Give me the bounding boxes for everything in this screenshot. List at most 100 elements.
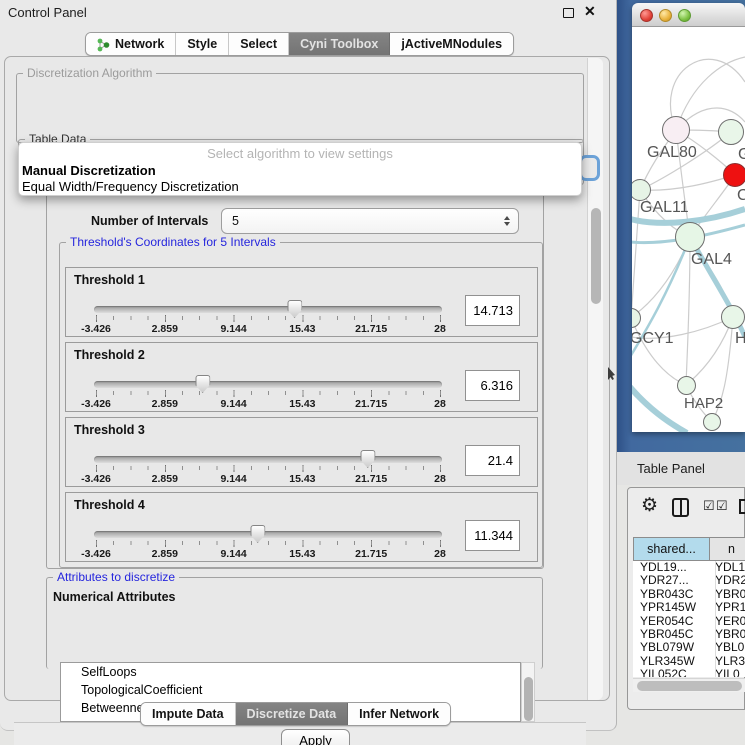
column-header-name[interactable]: n bbox=[710, 537, 745, 561]
column-divider bbox=[715, 561, 716, 677]
network-node-top-right[interactable] bbox=[718, 119, 744, 145]
tab-discretize-data[interactable]: Discretize Data bbox=[236, 703, 349, 725]
threshold-3-label: Threshold 3 bbox=[74, 423, 145, 437]
network-node-hap2[interactable] bbox=[677, 376, 696, 395]
tick-label: 21.715 bbox=[355, 473, 387, 485]
table-horizontal-scrollbar-thumb[interactable] bbox=[637, 681, 742, 691]
cell-shared-name: YDR27... bbox=[633, 574, 710, 587]
tab-style[interactable]: Style bbox=[176, 33, 229, 55]
tab-jactivemnodules[interactable]: jActiveMNodules bbox=[390, 33, 513, 55]
tab-network-label: Network bbox=[115, 33, 164, 55]
threshold-4-panel: Threshold 4 -3.426 2.859 9.144 15.43 bbox=[65, 492, 538, 562]
network-node-bottom[interactable] bbox=[703, 413, 721, 431]
column-layout-icon[interactable] bbox=[672, 498, 689, 517]
threshold-2-value-field[interactable]: 6.316 bbox=[465, 370, 520, 401]
table-row[interactable]: YLR345WYLR3 bbox=[633, 655, 745, 668]
table-panel-window: ⚙ ☑ ☑ shared... n YDL19...YDL1 YDR27...Y… bbox=[627, 487, 745, 710]
table-panel-footer bbox=[617, 710, 745, 745]
dropdown-option-manual-discretization[interactable]: Manual Discretization bbox=[22, 163, 156, 178]
table-row[interactable]: YIL052CYIL0 bbox=[633, 668, 745, 677]
tick-label: -3.426 bbox=[81, 473, 111, 485]
close-traffic-light-icon[interactable] bbox=[640, 9, 653, 22]
minimize-traffic-light-icon[interactable] bbox=[659, 9, 672, 22]
cell-shared-name: YBR045C bbox=[633, 628, 710, 641]
tick-label: 28 bbox=[434, 473, 446, 485]
float-window-icon[interactable] bbox=[563, 8, 574, 18]
top-tabbar: Network Style Select Cyni Toolbox jActiv… bbox=[85, 32, 514, 56]
tab-infer-network-label: Infer Network bbox=[359, 703, 439, 725]
control-panel-window: Control Panel ✕ Network S bbox=[0, 0, 617, 731]
node-label-gcy1: GCY1 bbox=[632, 330, 674, 348]
algorithm-combobox-focus-ring[interactable] bbox=[579, 155, 600, 181]
slider-track bbox=[94, 456, 442, 463]
table-row[interactable]: YER054CYER0 bbox=[633, 615, 745, 628]
network-node-gal80[interactable] bbox=[662, 116, 690, 144]
table-horizontal-scrollbar[interactable] bbox=[633, 678, 745, 692]
dropdown-option-equal-width-frequency[interactable]: Equal Width/Frequency Discretization bbox=[22, 179, 239, 194]
spinner-arrows-icon bbox=[504, 216, 510, 226]
discretization-algorithm-group: Discretization Algorithm bbox=[16, 73, 584, 143]
list-item-topologicalcoefficient[interactable]: TopologicalCoefficient bbox=[61, 681, 520, 699]
slider-track bbox=[94, 381, 442, 388]
network-node-gal4[interactable] bbox=[675, 222, 705, 252]
tab-infer-network[interactable]: Infer Network bbox=[348, 703, 450, 725]
table-row[interactable]: YDL19...YDL1 bbox=[633, 561, 745, 574]
panel-scrollbar-thumb[interactable] bbox=[591, 208, 601, 304]
tab-select[interactable]: Select bbox=[229, 33, 289, 55]
list-item-selfloops[interactable]: SelfLoops bbox=[61, 663, 520, 681]
network-node-h[interactable] bbox=[721, 305, 745, 329]
tab-network[interactable]: Network bbox=[86, 33, 176, 55]
tick-label: 15.43 bbox=[289, 323, 315, 335]
node-label-gal11: GAL11 bbox=[640, 199, 689, 217]
tab-discretize-data-label: Discretize Data bbox=[247, 703, 337, 725]
table-row[interactable]: YPR145WYPR1 bbox=[633, 601, 745, 614]
number-of-intervals-combobox[interactable]: 5 bbox=[221, 208, 519, 234]
cell-shared-name: YLR345W bbox=[633, 655, 710, 668]
tick-label: 9.144 bbox=[220, 473, 246, 485]
checkbox-icon[interactable]: ☑ bbox=[703, 498, 715, 514]
network-graph-icon bbox=[97, 37, 110, 51]
node-label-clipped-g: G bbox=[738, 146, 745, 164]
table-settings-gear-icon[interactable]: ⚙ bbox=[641, 494, 658, 517]
table-row[interactable]: YBL079WYBL0 bbox=[633, 641, 745, 654]
slider-minor-ticks bbox=[96, 391, 442, 395]
attributes-group-title: Attributes to discretize bbox=[53, 571, 179, 584]
checkbox-icon[interactable]: ☑ bbox=[716, 498, 728, 514]
network-node-selected-red[interactable] bbox=[723, 163, 745, 187]
network-window-titlebar[interactable] bbox=[632, 3, 745, 27]
cell-shared-name: YPR145W bbox=[633, 601, 710, 614]
slider-track bbox=[94, 531, 442, 538]
table-row[interactable]: YBR045CYBR0 bbox=[633, 628, 745, 641]
cell-shared-name: YBL079W bbox=[633, 641, 710, 654]
tab-cyni-toolbox[interactable]: Cyni Toolbox bbox=[289, 33, 390, 55]
threshold-4-value-field[interactable]: 11.344 bbox=[465, 520, 520, 551]
threshold-coordinates-group-title: Threshold's Coordinates for 5 Intervals bbox=[66, 236, 280, 249]
table-row[interactable]: YDR27...YDR2 bbox=[633, 574, 745, 587]
threshold-2-panel: Threshold 2 -3.426 2.859 9.144 15.43 bbox=[65, 342, 538, 412]
node-label-hap2: HAP2 bbox=[684, 395, 723, 412]
zoom-traffic-light-icon[interactable] bbox=[678, 9, 691, 22]
interval-definition-group: Interval Definition Number of Intervals … bbox=[46, 191, 544, 569]
column-header-shared-name[interactable]: shared... bbox=[633, 537, 710, 561]
slider-minor-ticks bbox=[96, 316, 442, 320]
cell-shared-name: YBR043C bbox=[633, 588, 710, 601]
tick-label: 9.144 bbox=[220, 323, 246, 335]
threshold-3-value-field[interactable]: 21.4 bbox=[465, 445, 520, 476]
slider-track bbox=[94, 306, 442, 313]
attributes-group: Attributes to discretize Numerical Attri… bbox=[46, 577, 543, 669]
tick-label: 2.859 bbox=[152, 473, 178, 485]
tab-jactivemnodules-label: jActiveMNodules bbox=[401, 33, 502, 55]
threshold-1-value-field[interactable]: 14.713 bbox=[465, 295, 520, 326]
tick-label: -3.426 bbox=[81, 323, 111, 335]
clipped-toolbar-icon[interactable] bbox=[739, 499, 745, 514]
close-icon[interactable]: ✕ bbox=[584, 3, 596, 20]
apply-button[interactable]: Apply bbox=[281, 729, 350, 745]
tick-label: 21.715 bbox=[355, 548, 387, 560]
attributes-list-scrollbar[interactable] bbox=[521, 662, 535, 722]
tick-label: 9.144 bbox=[220, 548, 246, 560]
network-canvas[interactable]: GAL80 G C GAL11 GAL4 GCY1 H HAP2 bbox=[632, 27, 745, 432]
tab-impute-data[interactable]: Impute Data bbox=[141, 703, 236, 725]
table-row[interactable]: YBR043CYBR0 bbox=[633, 588, 745, 601]
node-label-clipped-h: H bbox=[735, 330, 745, 348]
tick-label: 28 bbox=[434, 548, 446, 560]
